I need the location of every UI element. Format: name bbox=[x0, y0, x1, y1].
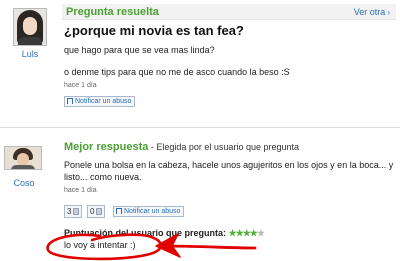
rating-label: Puntuación del usuario que pregunta: bbox=[64, 228, 227, 238]
answer-body-line: Ponele una bolsa en la cabeza, hacele un… bbox=[64, 160, 394, 170]
star-icon: ★ bbox=[228, 228, 237, 238]
question-title: ¿porque mi novia es tan fea? bbox=[64, 23, 244, 38]
thumbs-down-button[interactable]: 0 bbox=[87, 205, 106, 218]
best-answer-header: Mejor respuesta - Elegida por el usuario… bbox=[64, 141, 299, 153]
question-body-line: o denme tips para que no me de asco cuan… bbox=[64, 67, 290, 77]
thumbs-up-icon bbox=[73, 208, 80, 215]
rating-stars: ★★★★★ bbox=[228, 228, 265, 238]
question-body-line: que hago para que se vea mas linda? bbox=[64, 45, 215, 55]
answers-page: Luls Pregunta resuelta Ver otra › ¿porque… bbox=[0, 0, 400, 261]
asker-rating: Puntuación del usuario que pregunta: ★★★… bbox=[64, 228, 265, 239]
red-annotation bbox=[46, 233, 257, 261]
thumbs-up-button[interactable]: 3 bbox=[64, 205, 83, 218]
see-other-link[interactable]: Ver otra › bbox=[354, 7, 390, 17]
asker-comment: lo voy a intentar :) bbox=[64, 240, 136, 250]
asker-name[interactable]: Luls bbox=[6, 49, 54, 59]
answerer-avatar[interactable] bbox=[4, 146, 42, 170]
thumbs-down-icon bbox=[96, 208, 103, 215]
report-answer-button[interactable]: Notificar un abuso bbox=[113, 206, 185, 217]
annotation-arrow-shaft bbox=[158, 244, 257, 250]
star-icon: ★ bbox=[242, 228, 251, 238]
answerer-profile[interactable]: Coso bbox=[4, 146, 44, 191]
star-icon: ★ bbox=[256, 228, 265, 238]
thumbs-up-count: 3 bbox=[67, 207, 72, 216]
star-icon: ★ bbox=[235, 228, 244, 238]
question-status: Pregunta resuelta bbox=[66, 6, 159, 18]
answerer-name[interactable]: Coso bbox=[4, 178, 44, 188]
answer-timestamp: hace 1 día bbox=[64, 187, 97, 194]
asker-profile[interactable]: Luls bbox=[6, 6, 54, 66]
question-header: Pregunta resuelta Ver otra › bbox=[62, 4, 396, 20]
star-icon: ★ bbox=[249, 228, 258, 238]
report-label: Notificar un abuso bbox=[124, 208, 181, 215]
chevron-right-icon: › bbox=[387, 8, 390, 17]
report-question-button[interactable]: Notificar un abuso bbox=[64, 96, 136, 107]
best-answer-heading: Mejor respuesta bbox=[64, 141, 149, 153]
asker-avatar[interactable] bbox=[13, 8, 47, 46]
question-timestamp: hace 1 día bbox=[64, 82, 97, 89]
flag-icon bbox=[116, 208, 122, 214]
chosen-by-text: - Elegida por el usuario que pregunta bbox=[150, 142, 299, 152]
report-label: Notificar un abuso bbox=[75, 98, 132, 105]
section-divider bbox=[0, 127, 400, 128]
thumbs-down-count: 0 bbox=[90, 207, 95, 216]
answer-body-line: listo... como nueva. bbox=[64, 172, 142, 182]
flag-icon bbox=[67, 98, 73, 104]
see-other-label[interactable]: Ver otra bbox=[354, 7, 386, 17]
